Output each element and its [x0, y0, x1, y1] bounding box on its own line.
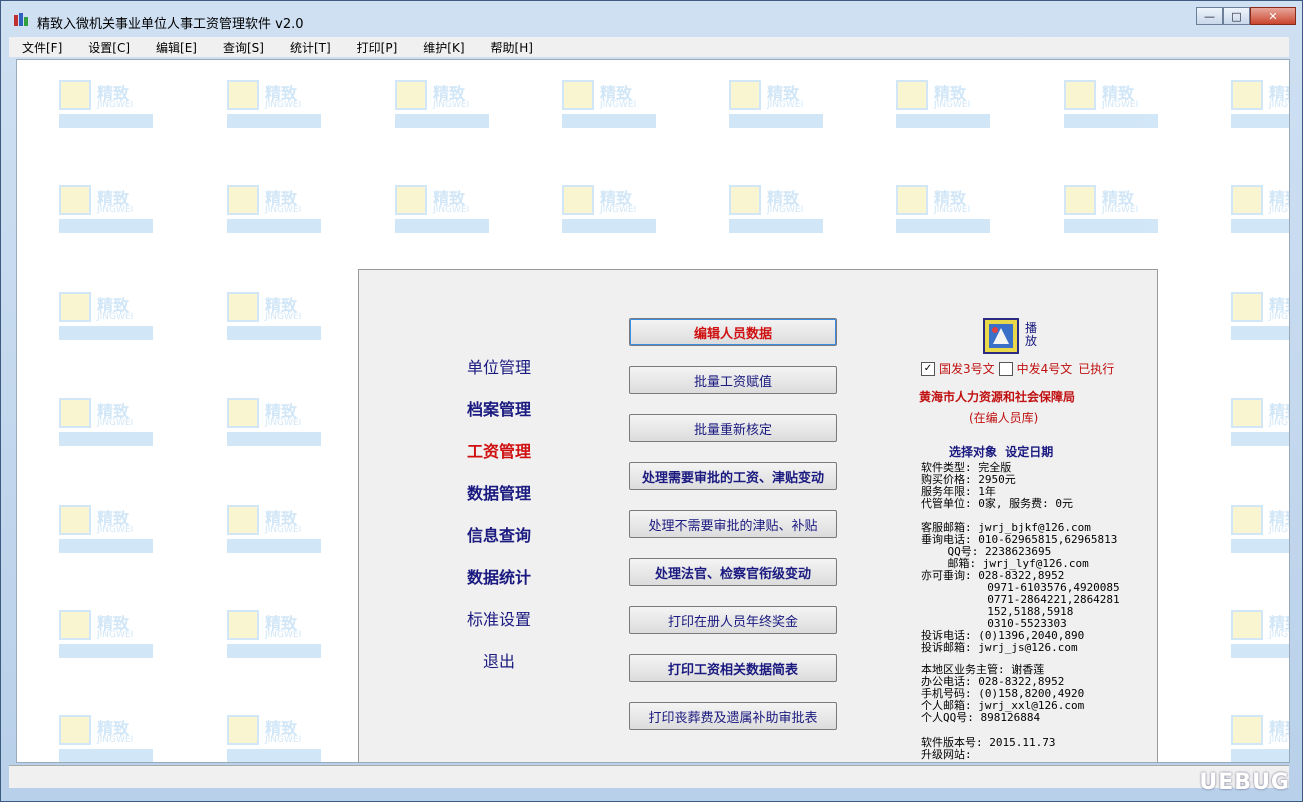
doc3-label: 国发3号文 [939, 362, 995, 376]
bureau-subtitle: (在编人员库) [969, 411, 1039, 425]
maximize-button[interactable]: □ [1223, 7, 1250, 25]
non-approval-allowance-button[interactable]: 处理不需要审批的津贴、补贴 [629, 510, 837, 538]
watermark-tile: 精致JINGWEI [1231, 505, 1289, 555]
print-salary-summary-button[interactable]: 打印工资相关数据简表 [629, 654, 837, 682]
watermark-tile: 精致JINGWEI [729, 80, 823, 130]
play-label[interactable]: 播 放 [1025, 322, 1037, 348]
doc3-checkbox[interactable]: ✓ [921, 361, 935, 376]
batch-reverify-button[interactable]: 批量重新核定 [629, 414, 837, 442]
nav-item-statistics[interactable]: 数据统计 [359, 564, 639, 588]
select-object-link[interactable]: 选择对象 [949, 445, 997, 459]
corner-logo: UEBUG [1199, 770, 1290, 795]
nav-item-salary[interactable]: 工资管理 [359, 438, 639, 462]
watermark-tile: 精致JINGWEI [896, 80, 990, 130]
menu-maintenance[interactable]: 维护[K] [410, 39, 477, 56]
doc4-checkbox[interactable] [998, 361, 1013, 376]
nav-item-exit[interactable]: 退出 [359, 648, 639, 672]
contact-info-block: 客服邮箱: jwrj_bjkf@126.com 垂询电话: 010-629658… [921, 521, 1120, 654]
print-year-bonus-button[interactable]: 打印在册人员年终奖金 [629, 606, 837, 634]
menu-query[interactable]: 查询[S] [210, 39, 277, 56]
play-label-line2: 放 [1025, 334, 1038, 348]
play-icon[interactable] [983, 318, 1019, 354]
watermark-tile: 精致JINGWEI [59, 610, 153, 660]
menu-bar: 文件[F] 设置[C] 编辑[E] 查询[S] 统计[T] 打印[P] 维护[K… [9, 37, 1289, 57]
local-manager-block: 本地区业务主管: 谢香莲 办公电话: 028-8322,8952 手机号码: (… [921, 663, 1085, 724]
watermark-tile: 精致JINGWEI [227, 80, 321, 130]
nav-item-data[interactable]: 数据管理 [359, 480, 639, 504]
doc4-label: 中发4号文 [1016, 362, 1073, 376]
watermark-tile: 精致JINGWEI [1231, 292, 1289, 342]
software-info-block: 软件类型: 完全版 购买价格: 2950元 服务年限: 1年 代管单位: 0家,… [921, 461, 1073, 510]
watermark-tile: 精致JINGWEI [1231, 80, 1289, 130]
menu-help[interactable]: 帮助[H] [478, 39, 546, 56]
print-funeral-form-button[interactable]: 打印丧葬费及遗属补助审批表 [629, 702, 837, 730]
watermark-tile: 精致JINGWEI [59, 398, 153, 448]
watermark-tile: 精致JINGWEI [1231, 610, 1289, 660]
watermark-tile: 精致JINGWEI [59, 80, 153, 130]
watermark-tile: 精致JINGWEI [227, 505, 321, 555]
menu-statistics[interactable]: 统计[T] [277, 39, 344, 56]
watermark-tile: 精致JINGWEI [1231, 185, 1289, 235]
set-date-link[interactable]: 设定日期 [1005, 445, 1053, 459]
watermark-tile: 精致JINGWEI [1231, 715, 1289, 762]
judge-rank-change-button[interactable]: 处理法官、检察官衔级变动 [629, 558, 837, 586]
menu-edit[interactable]: 编辑[E] [143, 39, 210, 56]
watermark-tile: 精致JINGWEI [227, 185, 321, 235]
version-block: 软件版本号: 2015.11.73 升级网站: [921, 736, 1056, 761]
menu-settings[interactable]: 设置[C] [75, 39, 143, 56]
close-button[interactable]: ✕ [1250, 7, 1296, 25]
watermark-tile: 精致JINGWEI [59, 185, 153, 235]
edit-personnel-button[interactable]: 编辑人员数据 [629, 318, 837, 346]
bureau-name: 黄海市人力资源和社会保障局 [919, 390, 1076, 404]
watermark-tile: 精致JINGWEI [395, 185, 489, 235]
watermark-tile: 精致JINGWEI [1231, 398, 1289, 448]
batch-salary-assign-button[interactable]: 批量工资赋值 [629, 366, 837, 394]
minimize-button[interactable]: — [1196, 7, 1223, 25]
title-bar[interactable]: 精致入微机关事业单位人事工资管理软件 v2.0 — □ ✕ [1, 1, 1302, 37]
nav-item-info-query[interactable]: 信息查询 [359, 522, 639, 546]
menu-print[interactable]: 打印[P] [344, 39, 411, 56]
watermark-tile: 精致JINGWEI [562, 185, 656, 235]
nav-item-standard-settings[interactable]: 标准设置 [359, 606, 639, 630]
app-window: 精致入微机关事业单位人事工资管理软件 v2.0 — □ ✕ 文件[F] 设置[C… [0, 0, 1303, 802]
watermark-tile: 精致JINGWEI [227, 610, 321, 660]
menu-file[interactable]: 文件[F] [9, 39, 75, 56]
nav-item-unit[interactable]: 单位管理 [359, 354, 639, 378]
watermark-tile: 精致JINGWEI [227, 398, 321, 448]
main-client-area: 精致 JINGWEI 精致 JINGWEI 精致 JINGWEI 精致 JINGWEI 精致 JI… [16, 59, 1290, 763]
watermark-tile: 精致JINGWEI [227, 715, 321, 762]
watermark-tile: 精致JINGWEI [59, 505, 153, 555]
watermark-tile: 精致JINGWEI [896, 185, 990, 235]
watermark-tile: 精致JINGWEI [1064, 185, 1158, 235]
watermark-tile: 精致JINGWEI [59, 292, 153, 342]
window-title: 精致入微机关事业单位人事工资管理软件 v2.0 [37, 17, 304, 32]
watermark-tile: 精致JINGWEI [227, 292, 321, 342]
app-icon [14, 13, 28, 26]
nav-item-archive[interactable]: 档案管理 [359, 396, 639, 420]
approval-changes-button[interactable]: 处理需要审批的工资、津贴变动 [629, 462, 837, 490]
watermark-tile: 精致JINGWEI [395, 80, 489, 130]
watermark-tile: 精致JINGWEI [1064, 80, 1158, 130]
watermark-tile: 精致JINGWEI [59, 715, 153, 762]
watermark-tile: 精致JINGWEI [729, 185, 823, 235]
status-bar [9, 765, 1289, 788]
main-panel: 单位管理档案管理工资管理数据管理信息查询数据统计标准设置退出 编辑人员数据 批量工… [358, 269, 1158, 762]
executed-label: 已执行 [1078, 362, 1115, 376]
watermark-tile: 精致JINGWEI [562, 80, 656, 130]
